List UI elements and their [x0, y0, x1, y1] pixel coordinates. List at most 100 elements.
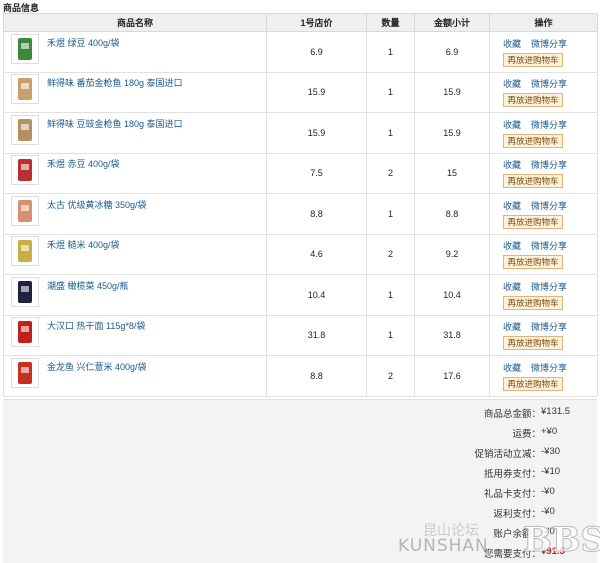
- order-items-table: 商品名称 1号店价 数量 金额小计 操作 禾煜 绿豆 400g/袋 6.9 1 …: [3, 13, 598, 397]
- weibo-share-link[interactable]: 微博分享: [531, 199, 567, 212]
- summary-label: 运费：: [512, 429, 541, 440]
- summary-label: 返利支付：: [493, 509, 541, 520]
- weibo-share-link[interactable]: 微博分享: [531, 37, 567, 50]
- table-row: 金龙鱼 兴仁薏米 400g/袋 8.8 2 17.6 收藏 微博分享 再放进购物…: [3, 355, 598, 397]
- add-to-cart-again-button[interactable]: 再放进购物车: [503, 214, 563, 229]
- col-header-price: 1号店价: [266, 13, 367, 32]
- favorite-link[interactable]: 收藏: [503, 361, 521, 374]
- subtotal-cell: 15: [414, 152, 490, 194]
- add-to-cart-again-button[interactable]: 再放进购物车: [503, 295, 563, 310]
- weibo-share-link[interactable]: 微博分享: [531, 320, 567, 333]
- qty-cell: 2: [366, 355, 415, 397]
- tuna-can-icon[interactable]: [11, 114, 39, 145]
- price-cell: 8.8: [266, 355, 367, 397]
- subtotal-cell: 15.9: [414, 71, 490, 113]
- actions-cell: 收藏 微博分享 再放进购物车: [489, 31, 598, 73]
- qty-cell: 1: [366, 193, 415, 235]
- weibo-share-link[interactable]: 微博分享: [531, 158, 567, 171]
- add-to-cart-again-button[interactable]: 再放进购物车: [503, 174, 563, 189]
- product-cell: 太古 优级黄冰糖 350g/袋: [3, 193, 267, 235]
- favorite-link[interactable]: 收藏: [503, 118, 521, 131]
- add-to-cart-again-button[interactable]: 再放进购物车: [503, 376, 563, 391]
- product-cell: 潮盛 橄榄菜 450g/瓶: [3, 274, 267, 316]
- product-name-link[interactable]: 大汉口 热干面 115g*8/袋: [47, 319, 145, 332]
- favorite-link[interactable]: 收藏: [503, 37, 521, 50]
- qty-cell: 1: [366, 31, 415, 73]
- favorite-link[interactable]: 收藏: [503, 158, 521, 171]
- summary-label: 礼品卡支付：: [483, 489, 541, 500]
- summary-label: 促销活动立减：: [474, 449, 541, 460]
- price-cell: 31.8: [266, 314, 367, 356]
- weibo-share-link[interactable]: 微博分享: [531, 239, 567, 252]
- qty-cell: 1: [366, 314, 415, 356]
- red-bean-bag-icon[interactable]: [11, 155, 39, 186]
- add-to-cart-again-button[interactable]: 再放进购物车: [503, 52, 563, 67]
- summary-row: 促销活动立减： -¥30: [385, 446, 585, 460]
- favorite-link[interactable]: 收藏: [503, 239, 521, 252]
- favorite-link[interactable]: 收藏: [503, 320, 521, 333]
- order-summary: 商品总金额： ¥131.5 运费： +¥0 促销活动立减： -¥30 抵用券支付： -¥10 礼…: [3, 399, 597, 563]
- summary-label: 账户余额：: [493, 529, 541, 540]
- price-cell: 7.5: [266, 152, 367, 194]
- qty-cell: 2: [366, 233, 415, 275]
- product-cell: 禾煜 绿豆 400g/袋: [3, 31, 267, 73]
- col-header-actions: 操作: [489, 13, 598, 32]
- table-row: 鲜得味 番茄金枪鱼 180g 泰国进口 15.9 1 15.9 收藏 微博分享 …: [3, 71, 598, 113]
- table-row: 禾煜 绿豆 400g/袋 6.9 1 6.9 收藏 微博分享 再放进购物车: [3, 31, 598, 73]
- product-name-link[interactable]: 金龙鱼 兴仁薏米 400g/袋: [47, 360, 147, 373]
- weibo-share-link[interactable]: 微博分享: [531, 118, 567, 131]
- product-cell: 禾煜 赤豆 400g/袋: [3, 152, 267, 194]
- summary-label: 商品总金额：: [483, 409, 541, 420]
- summary-row: 账户余额： -¥0: [385, 526, 585, 540]
- product-name-link[interactable]: 禾煜 赤豆 400g/袋: [47, 157, 120, 170]
- add-to-cart-again-button[interactable]: 再放进购物车: [503, 93, 563, 108]
- product-name-link[interactable]: 太古 优级黄冰糖 350g/袋: [47, 198, 147, 211]
- product-cell: 大汉口 热干面 115g*8/袋: [3, 314, 267, 356]
- add-to-cart-again-button[interactable]: 再放进购物车: [503, 133, 563, 148]
- add-to-cart-again-button[interactable]: 再放进购物车: [503, 336, 563, 351]
- subtotal-cell: 10.4: [414, 274, 490, 316]
- product-name-link[interactable]: 鲜得味 番茄金枪鱼 180g 泰国进口: [47, 76, 183, 89]
- summary-value: +¥0: [541, 426, 558, 437]
- weibo-share-link[interactable]: 微博分享: [531, 77, 567, 90]
- product-name-link[interactable]: 鲜得味 豆豉金枪鱼 180g 泰国进口: [47, 117, 183, 130]
- subtotal-cell: 9.2: [414, 233, 490, 275]
- table-row: 大汉口 热干面 115g*8/袋 31.8 1 31.8 收藏 微博分享 再放进…: [3, 314, 598, 356]
- qty-cell: 1: [366, 112, 415, 154]
- product-name-link[interactable]: 潮盛 橄榄菜 450g/瓶: [47, 279, 129, 292]
- tuna-can-icon[interactable]: [11, 74, 39, 105]
- favorite-link[interactable]: 收藏: [503, 199, 521, 212]
- weibo-share-link[interactable]: 微博分享: [531, 361, 567, 374]
- price-cell: 15.9: [266, 71, 367, 113]
- add-to-cart-again-button[interactable]: 再放进购物车: [503, 255, 563, 270]
- summary-row: 礼品卡支付： -¥0: [385, 486, 585, 500]
- actions-cell: 收藏 微博分享 再放进购物车: [489, 71, 598, 113]
- summary-value: -¥0: [541, 486, 555, 497]
- summary-row: 您需要支付： ¥91.5: [385, 546, 585, 560]
- price-cell: 6.9: [266, 31, 367, 73]
- qty-cell: 1: [366, 274, 415, 316]
- favorite-link[interactable]: 收藏: [503, 77, 521, 90]
- actions-cell: 收藏 微博分享 再放进购物车: [489, 314, 598, 356]
- brown-rice-bag-icon[interactable]: [11, 236, 39, 267]
- col-header-name: 商品名称: [3, 13, 267, 32]
- weibo-share-link[interactable]: 微博分享: [531, 280, 567, 293]
- subtotal-cell: 17.6: [414, 355, 490, 397]
- price-cell: 10.4: [266, 274, 367, 316]
- rock-sugar-bag-icon[interactable]: [11, 195, 39, 226]
- coix-seed-bag-icon[interactable]: [11, 357, 39, 388]
- summary-label: 您需要支付：: [483, 549, 541, 560]
- noodle-bag-icon[interactable]: [11, 317, 39, 348]
- qty-cell: 1: [366, 71, 415, 113]
- product-name-link[interactable]: 禾煜 绿豆 400g/袋: [47, 36, 120, 49]
- table-row: 鲜得味 豆豉金枪鱼 180g 泰国进口 15.9 1 15.9 收藏 微博分享 …: [3, 112, 598, 154]
- product-name-link[interactable]: 禾煜 糙米 400g/袋: [47, 238, 120, 251]
- table-row: 太古 优级黄冰糖 350g/袋 8.8 1 8.8 收藏 微博分享 再放进购物车: [3, 193, 598, 235]
- olive-vegetable-jar-icon[interactable]: [11, 276, 39, 307]
- summary-value: ¥131.5: [541, 406, 571, 417]
- summary-value: ¥91.5: [541, 546, 565, 557]
- favorite-link[interactable]: 收藏: [503, 280, 521, 293]
- subtotal-cell: 8.8: [414, 193, 490, 235]
- green-bean-bag-icon[interactable]: [11, 33, 39, 64]
- actions-cell: 收藏 微博分享 再放进购物车: [489, 152, 598, 194]
